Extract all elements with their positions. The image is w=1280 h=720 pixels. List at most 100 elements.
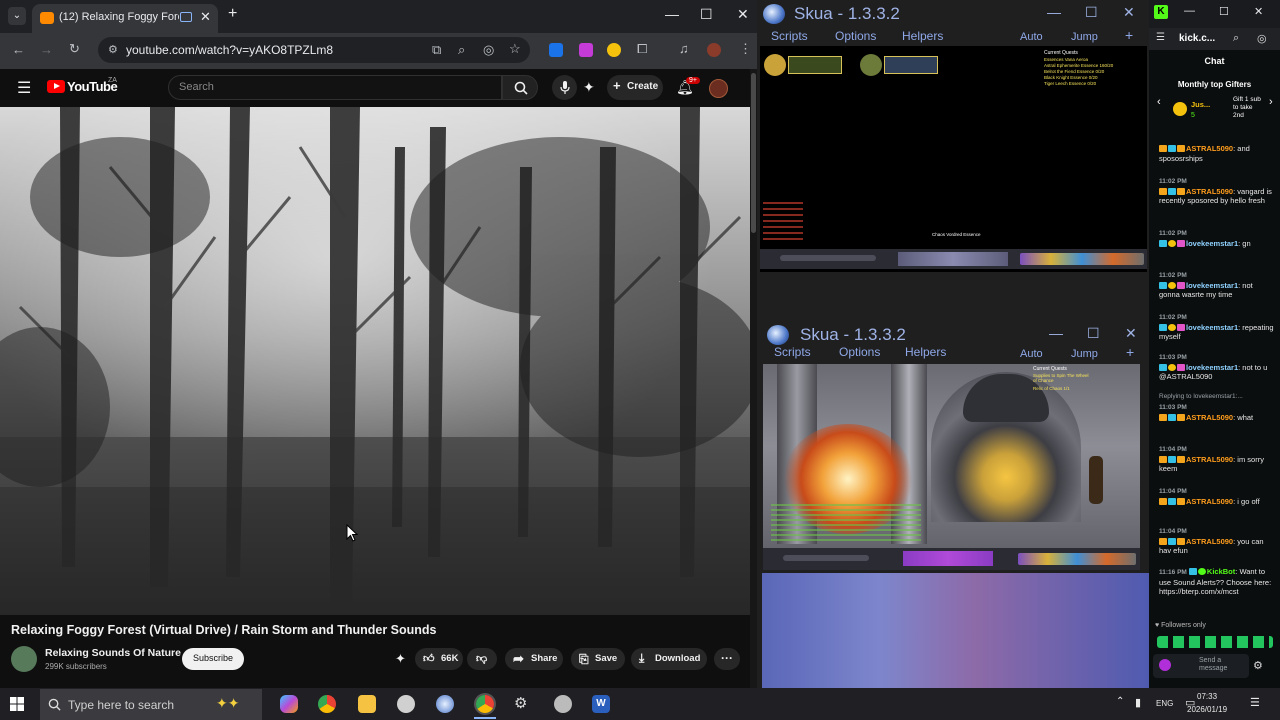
menu-scripts[interactable]: Scripts bbox=[771, 29, 808, 43]
extension-translate-icon[interactable] bbox=[549, 43, 563, 57]
save-button[interactable]: ⎘ Save bbox=[571, 648, 625, 670]
video-player[interactable] bbox=[0, 107, 750, 615]
tune-icon[interactable]: ☰ bbox=[1156, 32, 1165, 43]
dislike-button[interactable]: 👎︎ bbox=[467, 648, 497, 670]
notification-center-icon[interactable]: ☰ bbox=[1250, 696, 1260, 709]
clock-date[interactable]: 2026/01/19 bbox=[1187, 705, 1227, 714]
chat-username[interactable]: ASTRAL5090 bbox=[1186, 497, 1233, 506]
chat-username[interactable]: lovekeemstar1 bbox=[1186, 323, 1238, 332]
language-indicator[interactable]: ENG bbox=[1156, 699, 1173, 708]
menu-jump[interactable]: Jump bbox=[1071, 31, 1098, 43]
menu-auto[interactable]: Auto bbox=[1020, 31, 1043, 43]
zoom-icon[interactable]: ⌕ bbox=[458, 42, 465, 58]
chat-username[interactable]: ASTRAL5090 bbox=[1186, 413, 1233, 422]
emote-row[interactable] bbox=[1157, 636, 1273, 648]
menu-add[interactable]: + bbox=[1126, 344, 1134, 360]
emote-picker-icon[interactable] bbox=[1159, 659, 1171, 671]
chat-username[interactable]: ASTRAL5090 bbox=[1186, 537, 1233, 546]
word-app-icon[interactable]: W bbox=[592, 695, 610, 713]
chat-username[interactable]: ASTRAL5090 bbox=[1186, 455, 1233, 464]
usb-icon[interactable]: ▮ bbox=[1135, 696, 1141, 709]
ask-sparkle-icon[interactable]: ✦ bbox=[583, 79, 595, 96]
close-icon[interactable]: ✕ bbox=[1254, 5, 1263, 18]
extension-pink-icon[interactable] bbox=[579, 43, 593, 57]
prev-arrow-icon[interactable]: ‹ bbox=[1157, 96, 1161, 108]
extensions-puzzle-icon[interactable]: ⧠ bbox=[637, 41, 647, 57]
like-button[interactable]: 👍︎ 66K bbox=[415, 648, 463, 670]
close-icon[interactable]: ✕ bbox=[737, 6, 749, 23]
reload-icon[interactable]: ↻ bbox=[69, 41, 80, 57]
minimize-icon[interactable]: — bbox=[665, 6, 679, 22]
copilot-app-icon[interactable] bbox=[280, 695, 298, 713]
minimize-icon[interactable]: — bbox=[1047, 4, 1061, 20]
maximize-icon[interactable]: ☐ bbox=[1085, 4, 1098, 21]
page-scrollbar-thumb[interactable] bbox=[751, 73, 756, 233]
minimize-icon[interactable]: — bbox=[1184, 5, 1195, 17]
menu-helpers[interactable]: Helpers bbox=[902, 29, 943, 43]
eye-off-icon[interactable]: ◎ bbox=[483, 42, 494, 58]
chat-username[interactable]: lovekeemstar1 bbox=[1186, 239, 1238, 248]
minimize-icon[interactable]: — bbox=[1049, 325, 1063, 341]
close-icon[interactable]: ✕ bbox=[1123, 4, 1135, 21]
site-info-icon[interactable]: ⚙ bbox=[108, 43, 118, 56]
kick-url[interactable]: kick.c... bbox=[1179, 33, 1215, 44]
install-icon[interactable]: ⧉ bbox=[432, 42, 441, 58]
media-control-icon[interactable]: ♫ bbox=[679, 41, 689, 56]
zoom-icon[interactable]: ⌕ bbox=[1233, 32, 1239, 45]
tray-chevron-icon[interactable]: ⌃ bbox=[1116, 696, 1124, 707]
account-avatar[interactable] bbox=[709, 79, 728, 98]
profile-icon[interactable] bbox=[707, 43, 721, 57]
back-icon[interactable]: ← bbox=[12, 42, 25, 57]
maximize-icon[interactable]: ☐ bbox=[700, 6, 713, 23]
download-button[interactable]: ⤓ Download bbox=[631, 648, 707, 670]
youtube-search-input[interactable]: Search bbox=[168, 75, 502, 100]
tab-close-icon[interactable]: ✕ bbox=[200, 9, 211, 25]
settings-app-icon[interactable]: ⚙ bbox=[514, 694, 532, 712]
menu-options[interactable]: Options bbox=[839, 345, 880, 359]
browser-tab[interactable]: (12) Relaxing Foggy Forest ✕ bbox=[32, 4, 218, 33]
chat-settings-icon[interactable]: ⚙ bbox=[1253, 659, 1263, 672]
clock-time[interactable]: 07:33 bbox=[1197, 692, 1217, 701]
skua-app-icon[interactable] bbox=[436, 695, 454, 713]
address-bar[interactable]: ⚙ youtube.com/watch?v=yAKO8TPZLm8 ⧉ ⌕ ◎ … bbox=[98, 37, 530, 63]
menu-jump[interactable]: Jump bbox=[1071, 348, 1098, 360]
game-app-icon[interactable] bbox=[397, 695, 415, 713]
menu-icons[interactable] bbox=[1018, 553, 1136, 565]
game-viewport-top[interactable]: Current Quests Essences Vana Aeroa Astra… bbox=[760, 46, 1147, 272]
share-button[interactable]: ➦ Share bbox=[505, 648, 563, 670]
app-icon-bird[interactable] bbox=[554, 695, 572, 713]
tab-search-button[interactable]: ⌄ bbox=[8, 7, 26, 25]
gift-cta[interactable]: Gift 1 sub to take 2nd bbox=[1233, 96, 1265, 120]
file-explorer-icon[interactable] bbox=[358, 695, 376, 713]
hamburger-menu-icon[interactable]: ☰ bbox=[17, 78, 31, 98]
chat-username[interactable]: lovekeemstar1 bbox=[1186, 281, 1238, 290]
chrome-app-icon[interactable] bbox=[318, 695, 336, 713]
maximize-icon[interactable]: ☐ bbox=[1219, 5, 1229, 18]
forward-icon[interactable]: → bbox=[40, 42, 53, 57]
menu-add[interactable]: + bbox=[1125, 27, 1133, 43]
extension-yellow-icon[interactable] bbox=[607, 43, 621, 57]
taskbar-search-box[interactable]: Type here to search ✦✦ bbox=[40, 689, 262, 720]
chrome-active-app-icon[interactable] bbox=[476, 695, 494, 713]
menu-kebab-icon[interactable]: ⋮ bbox=[739, 41, 752, 57]
channel-avatar[interactable] bbox=[11, 646, 37, 672]
menu-options[interactable]: Options bbox=[835, 29, 876, 43]
game-viewport-bottom[interactable]: Current Quests Supplies to Spin The Whee… bbox=[763, 364, 1140, 570]
chat-input[interactable]: Send a message bbox=[1153, 654, 1249, 678]
create-button[interactable]: + Create bbox=[607, 75, 663, 100]
bookmark-star-icon[interactable]: ☆ bbox=[509, 41, 521, 57]
ask-ai-icon[interactable]: ✦ bbox=[395, 651, 406, 667]
menu-helpers[interactable]: Helpers bbox=[905, 345, 946, 359]
voice-search-button[interactable] bbox=[552, 75, 577, 100]
subscribe-button[interactable]: Subscribe bbox=[182, 648, 244, 670]
start-windows-icon[interactable] bbox=[10, 697, 24, 711]
more-actions-button[interactable]: ··· bbox=[714, 648, 740, 670]
skill-slots[interactable] bbox=[898, 252, 1008, 266]
close-icon[interactable]: ✕ bbox=[1125, 325, 1137, 342]
channel-name[interactable]: Relaxing Sounds Of Nature bbox=[45, 647, 181, 659]
menu-icons[interactable] bbox=[1020, 253, 1144, 265]
maximize-icon[interactable]: ☐ bbox=[1087, 325, 1100, 342]
chat-username[interactable]: KickBot bbox=[1207, 567, 1235, 576]
chat-username[interactable]: ASTRAL5090 bbox=[1186, 187, 1233, 196]
menu-auto[interactable]: Auto bbox=[1020, 348, 1043, 360]
